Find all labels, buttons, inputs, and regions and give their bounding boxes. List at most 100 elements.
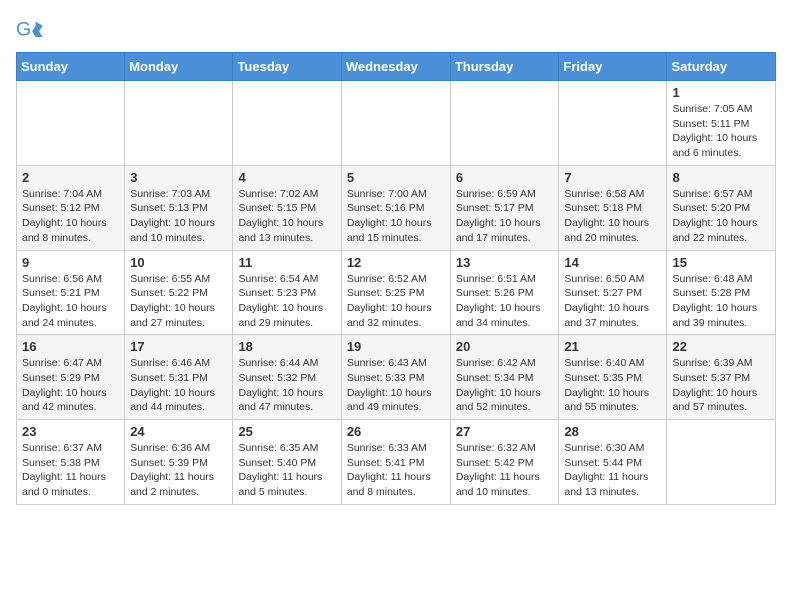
day-number: 25	[238, 424, 335, 439]
day-number: 15	[672, 255, 770, 270]
calendar-cell: 16 Sunrise: 6:47 AM Sunset: 5:29 PM Dayli…	[17, 335, 125, 420]
day-info: Sunrise: 6:40 AM Sunset: 5:35 PM Dayligh…	[564, 356, 661, 415]
day-number: 17	[130, 339, 227, 354]
logo: G	[16, 16, 48, 44]
calendar-cell: 24 Sunrise: 6:36 AM Sunset: 5:39 PM Dayli…	[125, 420, 233, 505]
calendar-cell: 8 Sunrise: 6:57 AM Sunset: 5:20 PM Daylig…	[667, 165, 776, 250]
header-tuesday: Tuesday	[233, 53, 341, 81]
calendar-cell: 7 Sunrise: 6:58 AM Sunset: 5:18 PM Daylig…	[559, 165, 667, 250]
day-number: 16	[22, 339, 119, 354]
calendar-cell: 15 Sunrise: 6:48 AM Sunset: 5:28 PM Dayli…	[667, 250, 776, 335]
svg-text:G: G	[16, 19, 31, 41]
logo-icon: G	[16, 16, 44, 44]
day-number: 7	[564, 170, 661, 185]
calendar-week-2: 2 Sunrise: 7:04 AM Sunset: 5:12 PM Daylig…	[17, 165, 776, 250]
day-info: Sunrise: 6:47 AM Sunset: 5:29 PM Dayligh…	[22, 356, 119, 415]
day-number: 3	[130, 170, 227, 185]
day-info: Sunrise: 6:52 AM Sunset: 5:25 PM Dayligh…	[347, 272, 445, 331]
day-info: Sunrise: 6:39 AM Sunset: 5:37 PM Dayligh…	[672, 356, 770, 415]
day-info: Sunrise: 7:04 AM Sunset: 5:12 PM Dayligh…	[22, 187, 119, 246]
calendar-cell: 13Sunrise: 6:51 AM Sunset: 5:26 PM Dayli…	[450, 250, 559, 335]
day-number: 14	[564, 255, 661, 270]
calendar-cell	[17, 81, 125, 166]
day-info: Sunrise: 7:02 AM Sunset: 5:15 PM Dayligh…	[238, 187, 335, 246]
calendar-cell: 3 Sunrise: 7:03 AM Sunset: 5:13 PM Daylig…	[125, 165, 233, 250]
day-info: Sunrise: 6:58 AM Sunset: 5:18 PM Dayligh…	[564, 187, 661, 246]
day-number: 28	[564, 424, 661, 439]
day-info: Sunrise: 7:05 AM Sunset: 5:11 PM Dayligh…	[672, 102, 770, 161]
calendar-cell: 6 Sunrise: 6:59 AM Sunset: 5:17 PM Daylig…	[450, 165, 559, 250]
calendar-header-row: SundayMondayTuesdayWednesdayThursdayFrid…	[17, 53, 776, 81]
calendar-cell	[667, 420, 776, 505]
day-number: 4	[238, 170, 335, 185]
day-number: 26	[347, 424, 445, 439]
day-number: 2	[22, 170, 119, 185]
calendar-week-1: 1 Sunrise: 7:05 AM Sunset: 5:11 PM Daylig…	[17, 81, 776, 166]
header-monday: Monday	[125, 53, 233, 81]
day-number: 19	[347, 339, 445, 354]
day-number: 21	[564, 339, 661, 354]
calendar-cell: 10 Sunrise: 6:55 AM Sunset: 5:22 PM Dayli…	[125, 250, 233, 335]
calendar-cell: 26 Sunrise: 6:33 AM Sunset: 5:41 PM Dayli…	[341, 420, 450, 505]
calendar-cell: 4 Sunrise: 7:02 AM Sunset: 5:15 PM Daylig…	[233, 165, 341, 250]
day-info: Sunrise: 6:43 AM Sunset: 5:33 PM Dayligh…	[347, 356, 445, 415]
header-sunday: Sunday	[17, 53, 125, 81]
day-info: Sunrise: 6:32 AM Sunset: 5:42 PM Dayligh…	[456, 441, 554, 500]
day-number: 10	[130, 255, 227, 270]
day-number: 18	[238, 339, 335, 354]
day-info: Sunrise: 6:59 AM Sunset: 5:17 PM Dayligh…	[456, 187, 554, 246]
day-info: Sunrise: 6:46 AM Sunset: 5:31 PM Dayligh…	[130, 356, 227, 415]
calendar-cell: 5Sunrise: 7:00 AM Sunset: 5:16 PM Daylig…	[341, 165, 450, 250]
header-wednesday: Wednesday	[341, 53, 450, 81]
day-info: Sunrise: 6:33 AM Sunset: 5:41 PM Dayligh…	[347, 441, 445, 500]
calendar-cell: 28 Sunrise: 6:30 AM Sunset: 5:44 PM Dayli…	[559, 420, 667, 505]
day-info: Sunrise: 6:57 AM Sunset: 5:20 PM Dayligh…	[672, 187, 770, 246]
calendar-week-3: 9Sunrise: 6:56 AM Sunset: 5:21 PM Daylig…	[17, 250, 776, 335]
calendar-cell: 14 Sunrise: 6:50 AM Sunset: 5:27 PM Dayli…	[559, 250, 667, 335]
day-number: 24	[130, 424, 227, 439]
day-number: 13	[456, 255, 554, 270]
day-number: 5	[347, 170, 445, 185]
day-info: Sunrise: 6:54 AM Sunset: 5:23 PM Dayligh…	[238, 272, 335, 331]
calendar-cell: 17 Sunrise: 6:46 AM Sunset: 5:31 PM Dayli…	[125, 335, 233, 420]
calendar-week-5: 23 Sunrise: 6:37 AM Sunset: 5:38 PM Dayli…	[17, 420, 776, 505]
calendar-cell: 19 Sunrise: 6:43 AM Sunset: 5:33 PM Dayli…	[341, 335, 450, 420]
day-info: Sunrise: 6:35 AM Sunset: 5:40 PM Dayligh…	[238, 441, 335, 500]
calendar-cell: 18 Sunrise: 6:44 AM Sunset: 5:32 PM Dayli…	[233, 335, 341, 420]
calendar-cell: 11 Sunrise: 6:54 AM Sunset: 5:23 PM Dayli…	[233, 250, 341, 335]
day-info: Sunrise: 6:44 AM Sunset: 5:32 PM Dayligh…	[238, 356, 335, 415]
day-number: 9	[22, 255, 119, 270]
calendar-cell: 23 Sunrise: 6:37 AM Sunset: 5:38 PM Dayli…	[17, 420, 125, 505]
calendar-cell	[559, 81, 667, 166]
day-number: 1	[672, 85, 770, 100]
day-number: 20	[456, 339, 554, 354]
day-info: Sunrise: 6:42 AM Sunset: 5:34 PM Dayligh…	[456, 356, 554, 415]
day-number: 8	[672, 170, 770, 185]
day-info: Sunrise: 6:36 AM Sunset: 5:39 PM Dayligh…	[130, 441, 227, 500]
header-thursday: Thursday	[450, 53, 559, 81]
calendar-week-4: 16 Sunrise: 6:47 AM Sunset: 5:29 PM Dayli…	[17, 335, 776, 420]
day-info: Sunrise: 6:48 AM Sunset: 5:28 PM Dayligh…	[672, 272, 770, 331]
calendar-cell	[125, 81, 233, 166]
calendar-cell: 27 Sunrise: 6:32 AM Sunset: 5:42 PM Dayli…	[450, 420, 559, 505]
calendar-cell	[233, 81, 341, 166]
calendar-cell: 25 Sunrise: 6:35 AM Sunset: 5:40 PM Dayli…	[233, 420, 341, 505]
calendar-cell	[450, 81, 559, 166]
calendar-cell: 2 Sunrise: 7:04 AM Sunset: 5:12 PM Daylig…	[17, 165, 125, 250]
day-number: 23	[22, 424, 119, 439]
day-number: 27	[456, 424, 554, 439]
page-header: G	[16, 16, 776, 44]
day-number: 22	[672, 339, 770, 354]
day-info: Sunrise: 6:55 AM Sunset: 5:22 PM Dayligh…	[130, 272, 227, 331]
day-info: Sunrise: 6:37 AM Sunset: 5:38 PM Dayligh…	[22, 441, 119, 500]
calendar-cell: 1 Sunrise: 7:05 AM Sunset: 5:11 PM Daylig…	[667, 81, 776, 166]
day-number: 11	[238, 255, 335, 270]
calendar-cell	[341, 81, 450, 166]
header-friday: Friday	[559, 53, 667, 81]
calendar-cell: 22 Sunrise: 6:39 AM Sunset: 5:37 PM Dayli…	[667, 335, 776, 420]
day-info: Sunrise: 6:50 AM Sunset: 5:27 PM Dayligh…	[564, 272, 661, 331]
day-number: 6	[456, 170, 554, 185]
day-info: Sunrise: 7:03 AM Sunset: 5:13 PM Dayligh…	[130, 187, 227, 246]
day-number: 12	[347, 255, 445, 270]
day-info: Sunrise: 6:30 AM Sunset: 5:44 PM Dayligh…	[564, 441, 661, 500]
